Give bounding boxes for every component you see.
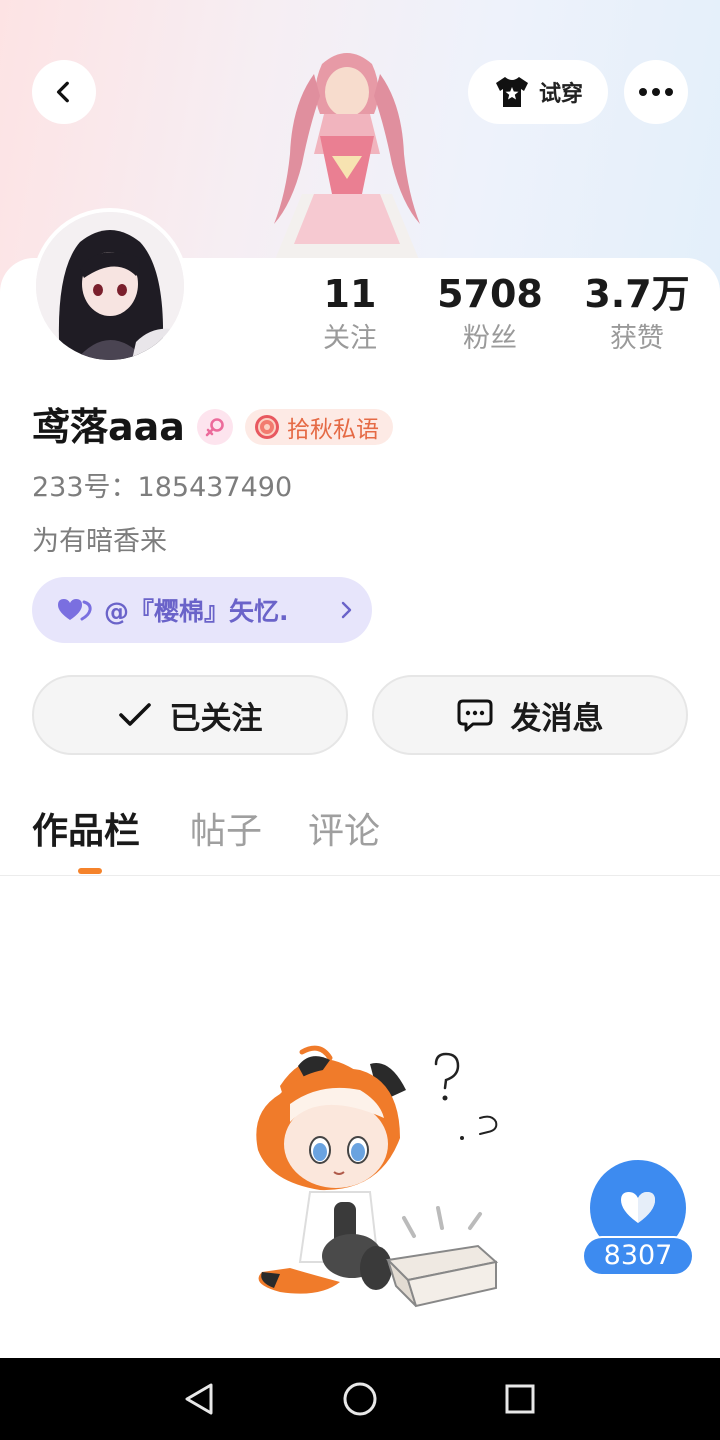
user-id: 233号：185437490: [32, 472, 293, 503]
square-recents-icon: [505, 1384, 535, 1414]
likes-label: 获赞: [610, 323, 664, 354]
likes-count: 3.7万: [584, 272, 690, 316]
like-count-badge: 8307: [582, 1236, 694, 1276]
checkmark-icon: [118, 703, 151, 726]
tshirt-icon: [495, 77, 528, 107]
back-arrow-icon: [56, 81, 69, 103]
tab-works[interactable]: 作品栏: [32, 808, 140, 856]
avatar-figure-image: [274, 53, 420, 262]
club-badge-label: 拾秋私语: [286, 417, 379, 443]
system-navigation-bar: [0, 1358, 720, 1440]
likes-stat[interactable]: 3.7万 获赞: [576, 272, 698, 356]
double-heart-icon: [58, 599, 92, 621]
following-label: 关注: [323, 323, 377, 354]
try-on-button[interactable]: 试穿: [468, 60, 608, 124]
more-button[interactable]: [624, 60, 688, 124]
circle-home-icon: [343, 1382, 377, 1416]
name-row: 鸢落aaa 拾秋私语: [32, 402, 393, 452]
send-message-label: 发消息: [510, 700, 604, 737]
tabs-divider: [0, 875, 720, 876]
more-dots-icon: [639, 88, 673, 96]
cp-link-label: @『樱棉』矢忆.: [104, 597, 289, 626]
fans-count: 5708: [437, 272, 543, 316]
send-message-button[interactable]: 发消息: [372, 675, 688, 755]
user-bio: 为有暗香来: [32, 526, 167, 557]
active-tab-indicator: [78, 868, 102, 874]
nav-home-button[interactable]: [339, 1378, 381, 1420]
tab-comments[interactable]: 评论: [308, 808, 380, 856]
back-button[interactable]: [32, 60, 96, 124]
club-badge[interactable]: 拾秋私语: [244, 409, 393, 445]
fans-label: 粉丝: [463, 323, 517, 354]
chevron-right-icon: [341, 601, 352, 619]
followed-button[interactable]: 已关注: [32, 675, 348, 755]
followed-label: 已关注: [169, 700, 263, 737]
username: 鸢落aaa: [32, 405, 185, 449]
flower-emblem-icon: [254, 415, 279, 439]
heart-icon: [621, 1192, 655, 1223]
female-gender-icon: [196, 409, 233, 445]
triangle-back-icon: [185, 1383, 213, 1415]
try-on-label: 试穿: [538, 82, 583, 107]
avatar-image: [36, 212, 184, 360]
cp-link-chip[interactable]: @『樱棉』矢忆.: [32, 577, 372, 643]
fans-stat[interactable]: 5708 粉丝: [430, 272, 550, 356]
following-count: 11: [323, 272, 377, 316]
tab-posts[interactable]: 帖子: [190, 808, 262, 856]
following-stat[interactable]: 11 关注: [300, 272, 400, 356]
nav-recent-apps-button[interactable]: [499, 1378, 541, 1420]
chat-bubble-icon: [457, 699, 492, 732]
user-avatar[interactable]: [32, 208, 188, 364]
nav-back-button[interactable]: [178, 1378, 220, 1420]
empty-state-mascot-illustration: [256, 1045, 499, 1308]
